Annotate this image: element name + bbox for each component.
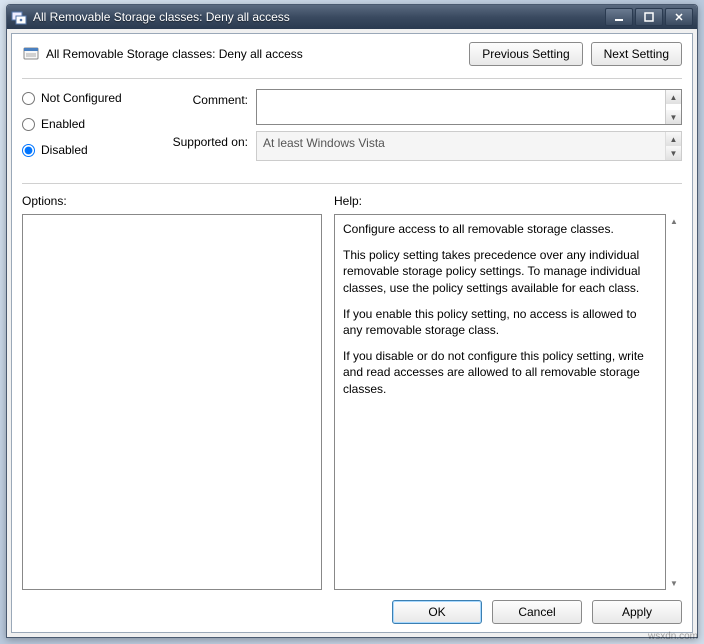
comment-row: Comment: ▲ ▼ [158, 89, 682, 125]
radio-disabled[interactable]: Disabled [22, 143, 140, 157]
divider [22, 183, 682, 184]
maximize-button[interactable] [635, 8, 663, 26]
options-label: Options: [22, 194, 322, 208]
titlebar[interactable]: All Removable Storage classes: Deny all … [7, 5, 697, 29]
help-scroll: ▲ ▼ [666, 214, 682, 590]
radio-enabled[interactable]: Enabled [22, 117, 140, 131]
config-row: Not Configured Enabled Disabled Comment: [22, 89, 682, 167]
window-title: All Removable Storage classes: Deny all … [33, 10, 605, 24]
scroll-down-icon[interactable]: ▼ [666, 110, 681, 124]
header-row: All Removable Storage classes: Deny all … [22, 42, 682, 66]
app-icon [11, 9, 27, 25]
divider [22, 78, 682, 79]
comment-field-wrap: ▲ ▼ [256, 89, 682, 125]
radio-enabled-input[interactable] [22, 118, 35, 131]
dialog-buttons: OK Cancel Apply [22, 590, 682, 624]
next-setting-button[interactable]: Next Setting [591, 42, 682, 66]
client-area: All Removable Storage classes: Deny all … [11, 33, 693, 633]
close-button[interactable] [665, 8, 693, 26]
watermark: wsxdn.com [648, 631, 698, 642]
radio-enabled-label: Enabled [41, 117, 85, 131]
comment-label: Comment: [158, 89, 248, 125]
scroll-up-icon[interactable]: ▲ [666, 132, 681, 146]
radio-group: Not Configured Enabled Disabled [22, 89, 140, 167]
previous-setting-button[interactable]: Previous Setting [469, 42, 582, 66]
policy-title: All Removable Storage classes: Deny all … [46, 47, 469, 61]
help-paragraph: If you enable this policy setting, no ac… [343, 306, 657, 338]
comment-supported-column: Comment: ▲ ▼ Supported on: At least Wind… [158, 89, 682, 167]
radio-not-configured[interactable]: Not Configured [22, 91, 140, 105]
comment-scroll: ▲ ▼ [665, 90, 681, 124]
radio-not-configured-input[interactable] [22, 92, 35, 105]
minimize-button[interactable] [605, 8, 633, 26]
help-pane: Configure access to all removable storag… [334, 214, 666, 590]
supported-row: Supported on: At least Windows Vista ▲ ▼ [158, 131, 682, 161]
radio-disabled-label: Disabled [41, 143, 88, 157]
policy-icon [22, 45, 40, 63]
options-pane [22, 214, 322, 590]
scroll-up-icon[interactable]: ▲ [666, 90, 681, 104]
help-paragraph: If you disable or do not configure this … [343, 348, 657, 397]
scroll-down-icon[interactable]: ▼ [666, 146, 681, 160]
help-paragraph: This policy setting takes precedence ove… [343, 247, 657, 296]
panes: Configure access to all removable storag… [22, 214, 682, 590]
window-controls [605, 8, 693, 26]
scroll-down-icon[interactable]: ▼ [666, 576, 682, 590]
help-pane-wrap: Configure access to all removable storag… [334, 214, 682, 590]
comment-field[interactable] [257, 90, 665, 124]
radio-not-configured-label: Not Configured [41, 91, 122, 105]
help-label: Help: [334, 194, 682, 208]
supported-field: At least Windows Vista ▲ ▼ [256, 131, 682, 161]
apply-button[interactable]: Apply [592, 600, 682, 624]
section-labels: Options: Help: [22, 194, 682, 208]
policy-dialog-window: All Removable Storage classes: Deny all … [6, 4, 698, 638]
scroll-up-icon[interactable]: ▲ [666, 214, 682, 228]
nav-buttons: Previous Setting Next Setting [469, 42, 682, 66]
radio-disabled-input[interactable] [22, 144, 35, 157]
supported-scroll: ▲ ▼ [665, 132, 681, 160]
supported-value: At least Windows Vista [257, 132, 665, 160]
ok-button[interactable]: OK [392, 600, 482, 624]
help-paragraph: Configure access to all removable storag… [343, 221, 657, 237]
supported-label: Supported on: [158, 131, 248, 161]
cancel-button[interactable]: Cancel [492, 600, 582, 624]
